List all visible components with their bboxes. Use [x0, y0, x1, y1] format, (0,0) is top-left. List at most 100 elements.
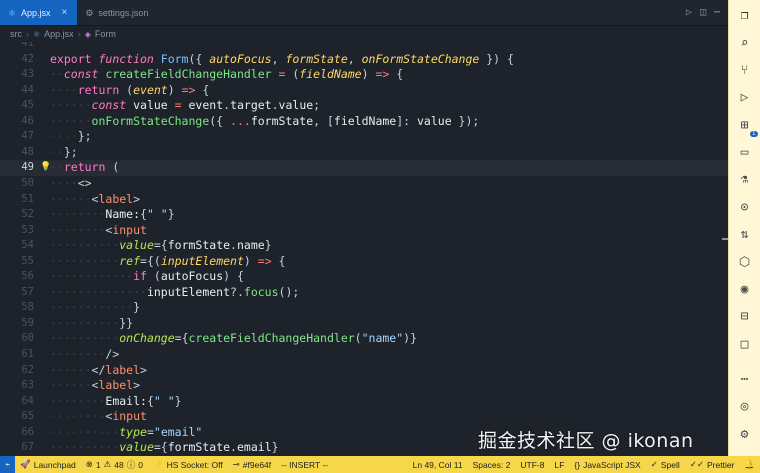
testing-icon[interactable]: ⚗ [735, 170, 755, 189]
line-number[interactable]: 42 [0, 52, 38, 68]
code-line[interactable]: 49 💡 ··return ( [0, 160, 728, 176]
code-line[interactable]: 53 ········<input [0, 223, 728, 239]
line-number[interactable]: 62 [0, 363, 38, 379]
code-line[interactable]: 64 ········Email:{" "} [0, 394, 728, 410]
code-line[interactable]: 43 ··const createFieldChangeHandler = (fi… [0, 67, 728, 83]
extensions-icon[interactable]: ⊞ 1 [735, 116, 758, 137]
code-line[interactable]: 55 ··········ref={(inputElement) => { [0, 254, 728, 270]
code-line[interactable]: 47 ····}; [0, 129, 728, 145]
code-line[interactable]: 41 [0, 42, 728, 52]
account-icon[interactable]: ◎ [735, 397, 755, 416]
code-line[interactable]: 61 ········/> [0, 347, 728, 363]
line-number[interactable]: 46 [0, 114, 38, 130]
code-line[interactable]: 62 ······</label> [0, 363, 728, 379]
split-editor-icon[interactable]: ◫ [700, 7, 706, 18]
line-number[interactable]: 56 [0, 269, 38, 285]
github-icon[interactable]: ◉ [735, 280, 755, 299]
code-token: ={ [153, 238, 168, 253]
code-token: ) [361, 67, 369, 82]
line-number[interactable]: 49 [0, 160, 38, 176]
code-token: ... [230, 113, 251, 128]
files-icon[interactable]: ❐ [735, 6, 755, 25]
source-control-icon[interactable]: ⑂ [735, 61, 755, 80]
line-number[interactable]: 64 [0, 394, 38, 410]
code-line[interactable]: 45 ······const value = event.target.value… [0, 98, 728, 114]
line-number[interactable]: 61 [0, 347, 38, 363]
terminal-icon[interactable]: ⊟ [735, 307, 755, 326]
line-number[interactable]: 65 [0, 409, 38, 425]
code-line[interactable]: 48 ··}; [0, 145, 728, 161]
line-number[interactable]: 53 [0, 223, 38, 239]
code-line[interactable]: 42 export function Form({ autoFocus, form… [0, 52, 728, 68]
search-icon[interactable]: ⌕ [735, 33, 755, 52]
eol[interactable]: LF [549, 460, 569, 470]
line-number[interactable]: 54 [0, 238, 38, 254]
encoding[interactable]: UTF-8 [515, 460, 549, 470]
pull-request-icon[interactable]: ⇅ [735, 225, 755, 244]
line-number[interactable]: 51 [0, 192, 38, 208]
line-number[interactable]: 55 [0, 254, 38, 270]
spell-item[interactable]: ✓ Spell [646, 459, 685, 470]
code-line[interactable]: 44 ····return (event) => { [0, 83, 728, 99]
line-number[interactable]: 50 [0, 176, 38, 192]
line-number[interactable]: 43 [0, 67, 38, 83]
launchpad-item[interactable]: 🚀 Launchpad [15, 459, 81, 470]
more-actions-icon[interactable]: ⋯ [714, 7, 720, 18]
line-number[interactable]: 52 [0, 207, 38, 223]
tab-app-jsx[interactable]: ⚛ App.jsx × [0, 0, 78, 25]
code-token: createFieldChangeHandler [105, 67, 272, 82]
gutter [38, 363, 50, 379]
code-line[interactable]: 63 ······<label> [0, 378, 728, 394]
problems-item[interactable]: ⊗ 1 ⚠ 48 ⓘ 0 [81, 459, 148, 471]
code-token: ·········· [50, 253, 120, 268]
code-line[interactable]: 57 ··············inputElement?.focus(); [0, 285, 728, 301]
line-number[interactable]: 44 [0, 83, 38, 99]
cursor-position[interactable]: Ln 49, Col 11 [408, 460, 468, 470]
code-line[interactable]: 52 ········Name:{" "} [0, 207, 728, 223]
breadcrumb-item[interactable]: App.jsx [44, 29, 74, 39]
run-debug-icon[interactable]: ▷ [735, 88, 755, 107]
package-icon[interactable]: ⬡ [735, 252, 755, 271]
code-line[interactable]: 58 ············} [0, 300, 728, 316]
code-line[interactable]: 59 ··········}} [0, 316, 728, 332]
code-line[interactable]: 65 ········<input [0, 409, 728, 425]
breadcrumb-item[interactable]: src [10, 29, 22, 39]
close-icon[interactable]: × [62, 7, 68, 18]
line-number[interactable]: 63 [0, 378, 38, 394]
code-line[interactable]: 56 ············if (autoFocus) { [0, 269, 728, 285]
line-number[interactable]: 47 [0, 129, 38, 145]
line-number[interactable]: 45 [0, 98, 38, 114]
tab-settings-json[interactable]: ⚙ settings.json [77, 0, 158, 25]
line-number[interactable]: 59 [0, 316, 38, 332]
line-number[interactable]: 58 [0, 300, 38, 316]
language-mode[interactable]: {} JavaScript JSX [569, 460, 645, 470]
code-line[interactable]: 46 ······onFormStateChange({ ...formState… [0, 114, 728, 130]
line-number[interactable]: 67 [0, 440, 38, 456]
code-line[interactable]: 51 ······<label> [0, 192, 728, 208]
code-token: } [264, 238, 272, 253]
run-icon[interactable]: ▷ [686, 7, 692, 18]
gear-icon[interactable]: ⚙ [735, 425, 755, 444]
square-icon[interactable]: □ [735, 335, 755, 354]
line-number[interactable]: 66 [0, 425, 38, 441]
line-number[interactable]: 57 [0, 285, 38, 301]
line-number[interactable]: 41 [0, 42, 38, 52]
more-icon[interactable]: ⋯ [735, 370, 755, 389]
lightbulb-icon[interactable]: 💡 [40, 160, 51, 176]
indentation[interactable]: Spaces: 2 [468, 460, 516, 470]
code-line[interactable]: 60 ··········onChange={createFieldChangeH… [0, 331, 728, 347]
remote-indicator[interactable]: ⌁ [0, 456, 16, 473]
gutter [38, 425, 50, 441]
code-line[interactable]: 54 ··········value={formState.name} [0, 238, 728, 254]
commit-item[interactable]: ⊸ #f9e64f [228, 459, 277, 470]
hs-socket-item[interactable]: ⚡ HS Socket: Off [148, 459, 228, 470]
code-line[interactable]: 50 ····<> [0, 176, 728, 192]
breadcrumb-item[interactable]: Form [95, 29, 116, 39]
remote-explorer-icon[interactable]: ▭ [735, 143, 755, 162]
line-number[interactable]: 48 [0, 145, 38, 161]
line-number[interactable]: 60 [0, 331, 38, 347]
prettier-item[interactable]: ✓✓ Prettier [685, 459, 740, 470]
git-graph-icon[interactable]: ⊙ [735, 198, 755, 217]
code-editor[interactable]: 41 42 export function Form({ autoFocus, fo… [0, 42, 728, 456]
notifications-item[interactable]: 🔔 [739, 459, 760, 470]
